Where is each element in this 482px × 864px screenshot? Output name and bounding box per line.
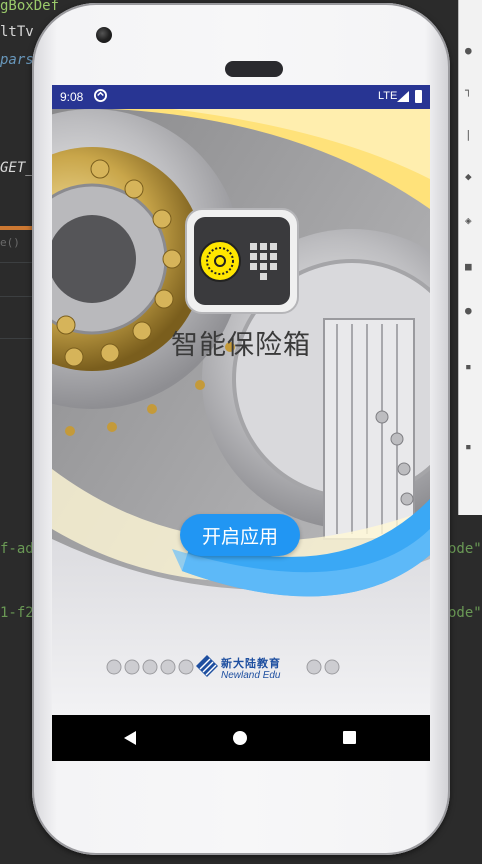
network-type: LTE: [378, 90, 398, 102]
battery-icon: [415, 90, 422, 103]
splash-screen: 智能保险箱 开启应用 新大陆教育 Newland Edu: [52, 109, 430, 715]
tool-icon[interactable]: ▪: [465, 360, 477, 373]
tool-icon[interactable]: ■: [465, 260, 477, 273]
safe-logo-icon: [185, 208, 299, 314]
front-camera: [96, 27, 112, 43]
earpiece-speaker: [225, 61, 283, 77]
tool-icon[interactable]: |: [465, 128, 477, 141]
phone-device: 9:08 LTE 智能保险箱 开启应用 新大陆教育 Newland Edu: [32, 3, 450, 855]
status-bar: 9:08 LTE: [52, 85, 430, 109]
code-line: f-ad: [0, 541, 34, 557]
phone-screen: 9:08 LTE 智能保险箱 开启应用 新大陆教育 Newland Edu: [52, 85, 430, 761]
code-line: ode": [448, 605, 482, 621]
ide-divider: [0, 296, 36, 297]
open-app-button[interactable]: 开启应用: [180, 514, 300, 556]
sync-icon: [94, 89, 107, 102]
code-line: pars: [0, 52, 34, 68]
brand-name-cn: 新大陆教育: [221, 657, 281, 670]
tool-icon[interactable]: ◆: [465, 170, 477, 183]
tool-icon[interactable]: ┐: [465, 84, 477, 97]
code-line: ltTv: [0, 24, 34, 40]
tool-icon[interactable]: ●: [465, 304, 477, 317]
code-line: gBoxDef: [0, 0, 60, 14]
vault-background-image: [52, 109, 430, 715]
recents-icon[interactable]: [343, 731, 356, 744]
signal-icon: [397, 91, 409, 102]
ide-marker: [0, 226, 36, 230]
code-line: 1-f2: [0, 605, 34, 621]
brand-logo: 新大陆教育 Newland Edu: [196, 653, 296, 685]
code-line: ode": [448, 541, 482, 557]
code-line: e(): [0, 236, 20, 249]
ide-divider: [0, 338, 36, 339]
home-icon[interactable]: [233, 731, 247, 745]
ide-divider: [0, 262, 36, 263]
navigation-bar: [52, 715, 430, 761]
app-title: 智能保险箱: [171, 330, 311, 361]
brand-name-en: Newland Edu: [221, 670, 281, 681]
newland-logo-icon: [196, 655, 218, 677]
tool-icon[interactable]: ▪: [465, 440, 477, 453]
code-line: GET_: [0, 160, 34, 176]
tool-icon[interactable]: ●: [465, 44, 477, 57]
back-icon[interactable]: [124, 731, 136, 745]
tool-icon[interactable]: ◈: [465, 214, 477, 227]
status-time: 9:08: [60, 90, 84, 104]
ide-tool-panel: ● ┐ | ◆ ◈ ■ ● ▪ ▪: [458, 0, 482, 515]
